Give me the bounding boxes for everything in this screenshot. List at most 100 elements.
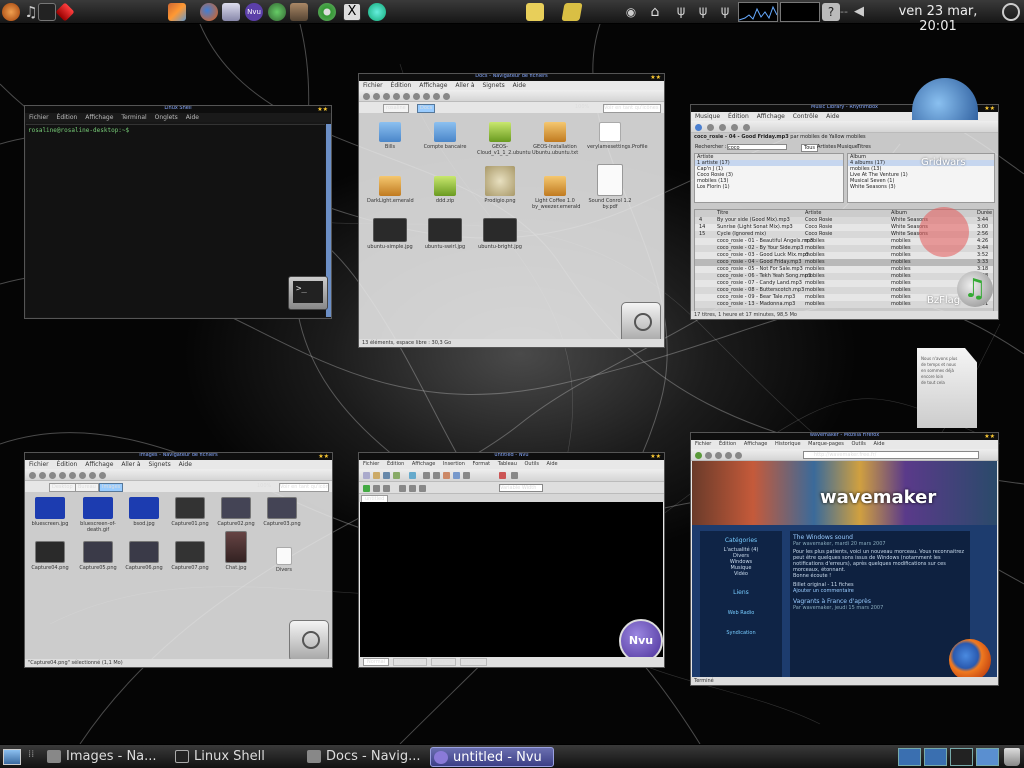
task-images[interactable]: Images - Na...: [44, 747, 164, 767]
music-window[interactable]: Music Library - Rhythmbox ★★ Musique Édi…: [690, 104, 999, 320]
menu-item[interactable]: Onglets: [155, 114, 178, 121]
nvu-editor[interactable]: [360, 502, 663, 657]
file-item[interactable]: Capture04.png: [27, 541, 73, 571]
file-item[interactable]: ubuntu-swirl.jpg: [422, 218, 468, 250]
save-icon[interactable]: [383, 472, 390, 479]
indent-icon[interactable]: [409, 485, 416, 492]
webradio-title[interactable]: Web Radio: [700, 610, 782, 616]
view-select[interactable]: Voir en tant qu'icônes: [603, 104, 661, 113]
play-icon[interactable]: [695, 124, 702, 131]
path-button[interactable]: Images: [99, 483, 124, 492]
column-album[interactable]: Album: [891, 210, 907, 217]
track-row[interactable]: coco_rosie - 07 - Candy Land.mp3 mobiles m…: [695, 280, 993, 287]
trash-icon[interactable]: [1004, 748, 1020, 766]
menu-item[interactable]: Aide: [826, 113, 839, 120]
post-title[interactable]: The Windows sound: [793, 534, 967, 541]
gnome-foot-icon[interactable]: ψ: [672, 3, 690, 21]
images-window[interactable]: Images - Navigateur de fichiers ★★ Fichi…: [24, 452, 333, 668]
power-icon[interactable]: [1002, 3, 1020, 21]
computer-icon[interactable]: [423, 93, 430, 100]
file-item[interactable]: Capture02.png: [213, 497, 259, 527]
spell-icon[interactable]: [499, 472, 506, 479]
form-icon[interactable]: [463, 472, 470, 479]
ubuntu-menu-icon[interactable]: [2, 3, 20, 21]
nvu-window[interactable]: untitled - Nvu ★★ Fichier Édition Affich…: [358, 452, 665, 668]
firefox-titlebar[interactable]: wavemaker - Mozilla Firefox ★★: [691, 433, 998, 440]
url-bar[interactable]: http://wavemaker.free.fr/: [803, 451, 979, 459]
file-item[interactable]: Prodigio.png: [477, 166, 523, 204]
home-icon[interactable]: [735, 452, 742, 459]
cd-player-icon[interactable]: [318, 3, 336, 21]
swirl-app-icon[interactable]: [368, 3, 386, 21]
menu-item[interactable]: Historique: [775, 441, 801, 447]
path-button[interactable]: Docs: [417, 104, 436, 113]
view-select[interactable]: Voir en tant qu'icônes: [279, 483, 329, 492]
print-icon[interactable]: [511, 472, 518, 479]
up-icon[interactable]: [383, 93, 390, 100]
home-icon[interactable]: [79, 472, 86, 479]
window-buttons[interactable]: ★★: [984, 105, 995, 112]
forward-icon[interactable]: [705, 452, 712, 459]
folder-icon[interactable]: [443, 93, 450, 100]
task-docs[interactable]: Docs - Navig...: [304, 747, 426, 767]
menu-item[interactable]: Aller à: [455, 82, 474, 89]
filter-tab[interactable]: Titres: [857, 142, 871, 152]
file-item[interactable]: ubuntu-simple.jpg: [367, 218, 413, 250]
help-icon[interactable]: ?: [822, 3, 840, 21]
file-item[interactable]: Capture05.png: [75, 541, 121, 571]
back-icon[interactable]: [363, 93, 370, 100]
track-row[interactable]: coco_rosie - 05 - Not For Sale.mp3 mobile…: [695, 266, 993, 273]
file-item[interactable]: Capture06.png: [121, 541, 167, 571]
home-icon[interactable]: ⌂: [646, 3, 664, 21]
menu-item[interactable]: Fichier: [29, 461, 49, 468]
menu-item[interactable]: Aller à: [121, 461, 140, 468]
path-button[interactable]: rosaline: [383, 104, 409, 113]
home-icon[interactable]: [413, 93, 420, 100]
file-item[interactable]: Capture07.png: [167, 541, 213, 571]
menu-item[interactable]: Outils: [524, 461, 538, 467]
menu-item[interactable]: Édition: [391, 82, 412, 89]
menu-item[interactable]: Aide: [873, 441, 884, 447]
docs-icon-view[interactable]: Bills Compte bancaire GEOS-Cloud_v1_1_2.…: [359, 114, 664, 339]
mode-tab[interactable]: Preview: [459, 658, 488, 666]
column-artist[interactable]: Artiste: [805, 210, 821, 217]
file-item[interactable]: ubuntu-bright.jpg: [477, 218, 523, 250]
terminal-window[interactable]: Linux Shell ★★ Fichier Édition Affichage…: [24, 105, 332, 319]
window-buttons[interactable]: ★★: [650, 453, 661, 460]
file-item[interactable]: Sound Conrol 1.2 by.pdf: [587, 164, 633, 210]
mail-icon[interactable]: [222, 3, 240, 21]
menu-item[interactable]: Terminal: [121, 114, 146, 121]
x-tools-icon[interactable]: X: [343, 3, 361, 21]
artist-browser[interactable]: Artiste 1 artiste (17) Cap'n J (1) Coco …: [694, 153, 844, 203]
up-icon[interactable]: [49, 472, 56, 479]
search-input[interactable]: coco: [727, 144, 787, 151]
category-link[interactable]: Vidéo: [700, 571, 782, 577]
text-document-icon[interactable]: Nous n'avons plus de temps et nous en so…: [917, 348, 977, 428]
align-icon[interactable]: [419, 485, 426, 492]
next-icon[interactable]: [719, 124, 726, 131]
nvu-launcher-icon[interactable]: Nvu: [245, 3, 263, 21]
menu-item[interactable]: Édition: [728, 113, 749, 120]
image-icon[interactable]: [443, 472, 450, 479]
menu-item[interactable]: Édition: [57, 114, 78, 121]
firefox-window[interactable]: wavemaker - Mozilla Firefox ★★ Fichier É…: [690, 432, 999, 686]
menu-item[interactable]: Affichage: [757, 113, 785, 120]
notes-icon-2[interactable]: [561, 3, 583, 21]
firefox-icon[interactable]: [200, 3, 218, 21]
window-buttons[interactable]: ★★: [317, 106, 328, 113]
forward-icon[interactable]: [373, 93, 380, 100]
menu-item[interactable]: Tableau: [498, 461, 517, 467]
file-item[interactable]: Light Coffee 1.0 by_weezer.emerald: [532, 176, 580, 210]
column-title[interactable]: Titre: [717, 210, 728, 217]
file-item[interactable]: Compte bancaire: [422, 122, 468, 150]
stop-icon[interactable]: [725, 452, 732, 459]
menu-item[interactable]: Marque-pages: [808, 441, 844, 447]
menu-item[interactable]: Affichage: [412, 461, 436, 467]
menu-item[interactable]: Fichier: [363, 82, 383, 89]
mode-tab[interactable]: HTML Tags: [392, 658, 428, 666]
menu-item[interactable]: Édition: [387, 461, 404, 467]
file-item[interactable]: GEOS-Cloud_v1_1_2.ubuntu: [477, 122, 531, 156]
back-icon[interactable]: [29, 472, 36, 479]
workspace-2[interactable]: [924, 748, 947, 766]
window-buttons[interactable]: ★★: [984, 433, 995, 440]
